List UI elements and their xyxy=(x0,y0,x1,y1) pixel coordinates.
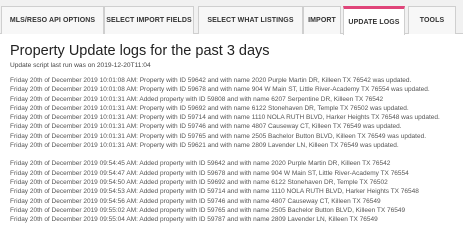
tab-mls-reso-api-options[interactable]: MLS/RESO API OPTIONS xyxy=(1,6,104,34)
last-run-text: Update script last run was on 2019-12-20… xyxy=(10,62,151,69)
log-entry: Friday 20th of December 2019 10:01:31 AM… xyxy=(10,104,409,112)
log-entry: Friday 20th of December 2019 09:54:53 AM… xyxy=(10,188,419,196)
tab-import[interactable]: IMPORT xyxy=(303,6,341,34)
update-logs-panel: Property Update logs for the past 3 days… xyxy=(0,34,463,223)
tab-select-what-listings[interactable]: SELECT WHAT LISTINGS xyxy=(198,6,303,34)
log-entry: Friday 20th of December 2019 10:01:08 AM… xyxy=(10,77,412,84)
log-entry: Friday 20th of December 2019 09:55:02 AM… xyxy=(10,206,406,214)
log-entry: Friday 20th of December 2019 09:54:45 AM… xyxy=(10,160,391,168)
log-entry: Friday 20th of December 2019 10:01:31 AM… xyxy=(10,114,440,122)
log-entry: Friday 20th of December 2019 09:54:56 AM… xyxy=(10,197,381,205)
log-entry: Friday 20th of December 2019 10:01:31 AM… xyxy=(10,123,402,131)
page-title: Property Update logs for the past 3 days xyxy=(10,43,270,59)
log-entry: Friday 20th of December 2019 10:01:31 AM… xyxy=(10,95,384,103)
log-entry: Friday 20th of December 2019 09:55:04 AM… xyxy=(10,216,378,224)
log-group-earlier: Friday 20th of December 2019 09:54:45 AM… xyxy=(10,159,453,224)
log-entry: Friday 20th of December 2019 10:01:08 AM… xyxy=(10,86,430,94)
log-entry: Friday 20th of December 2019 10:01:31 AM… xyxy=(10,142,399,150)
log-group-recent: Friday 20th of December 2019 10:01:08 AM… xyxy=(10,76,453,150)
tab-tools[interactable]: TOOLS xyxy=(408,6,456,34)
tab-bar: MLS/RESO API OPTIONS SELECT IMPORT FIELD… xyxy=(0,0,463,35)
log-entry: Friday 20th of December 2019 09:54:47 AM… xyxy=(10,169,409,177)
log-entry: Friday 20th of December 2019 10:01:31 AM… xyxy=(10,132,427,140)
tab-select-import-fields[interactable]: SELECT IMPORT FIELDS xyxy=(104,6,194,34)
tab-update-logs[interactable]: UPDATE LOGS xyxy=(343,6,405,35)
log-entry: Friday 20th of December 2019 09:54:50 AM… xyxy=(10,178,388,186)
